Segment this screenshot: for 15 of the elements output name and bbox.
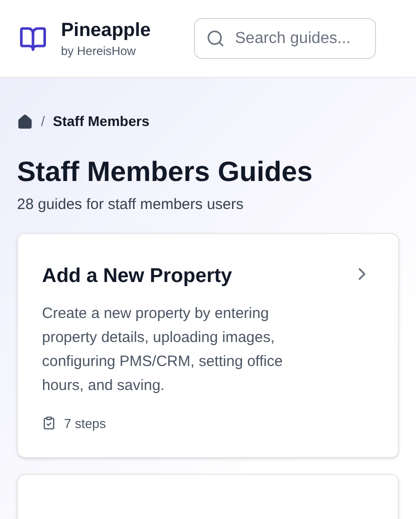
brand-name: Pineapple xyxy=(61,18,152,42)
breadcrumb-separator: / xyxy=(41,112,45,131)
page-title: Staff Members Guides xyxy=(17,155,314,189)
steps-count: 7 steps xyxy=(64,414,106,433)
breadcrumb-item[interactable]: Staff Members xyxy=(52,111,150,132)
home-icon[interactable] xyxy=(17,114,33,130)
guide-card[interactable]: Add a New Property Create a new property by entering property details, uploading images, configuring PMS/CRM, setting office hours, and saving. 7 steps xyxy=(17,232,399,458)
book-icon xyxy=(19,24,47,52)
clipboard-icon xyxy=(42,416,56,430)
page-subtitle: 28 guides for staff members users xyxy=(17,195,244,215)
search-icon xyxy=(206,29,225,48)
search-field[interactable]: Search guides... xyxy=(194,18,376,59)
guide-description: Create a new property by entering property details, uploading images, configuring PMS/CRM, setting office hours, and saving. xyxy=(42,304,284,396)
brand-byline: by HereisHow xyxy=(61,42,137,58)
guide-title: Add a New Property xyxy=(42,264,232,288)
